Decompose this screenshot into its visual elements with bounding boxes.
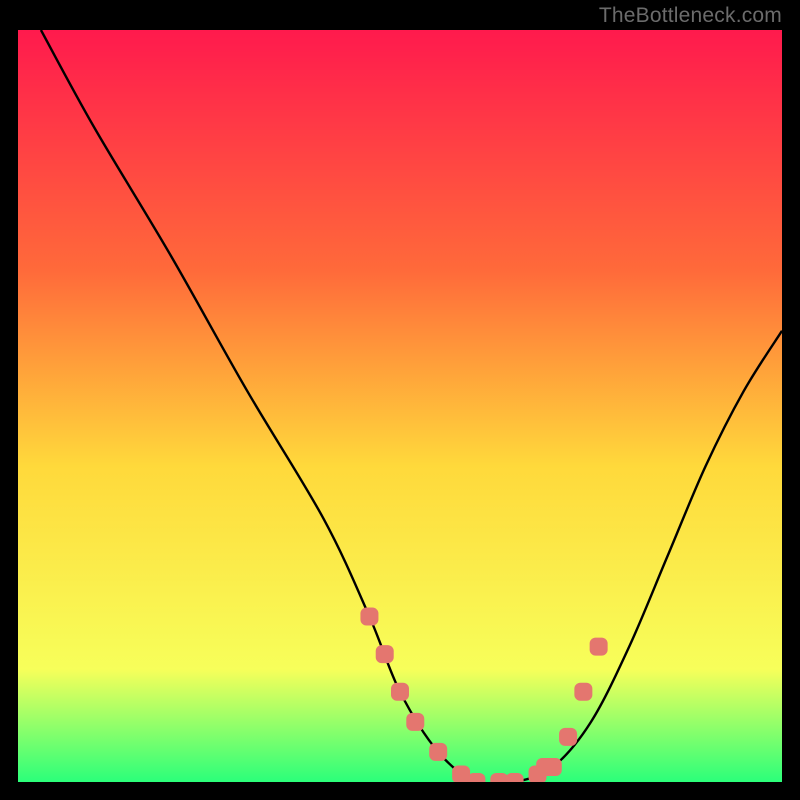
bottleneck-chart bbox=[18, 30, 782, 782]
gradient-background bbox=[18, 30, 782, 782]
marker-point bbox=[574, 683, 592, 701]
marker-point bbox=[406, 713, 424, 731]
chart-frame bbox=[18, 30, 782, 782]
watermark-text: TheBottleneck.com bbox=[599, 4, 782, 28]
marker-point bbox=[360, 608, 378, 626]
marker-point bbox=[506, 773, 524, 782]
marker-point bbox=[429, 743, 447, 761]
marker-point bbox=[559, 728, 577, 746]
marker-point bbox=[544, 758, 562, 776]
marker-point bbox=[376, 645, 394, 663]
marker-point bbox=[391, 683, 409, 701]
marker-point bbox=[467, 773, 485, 782]
marker-point bbox=[590, 638, 608, 656]
